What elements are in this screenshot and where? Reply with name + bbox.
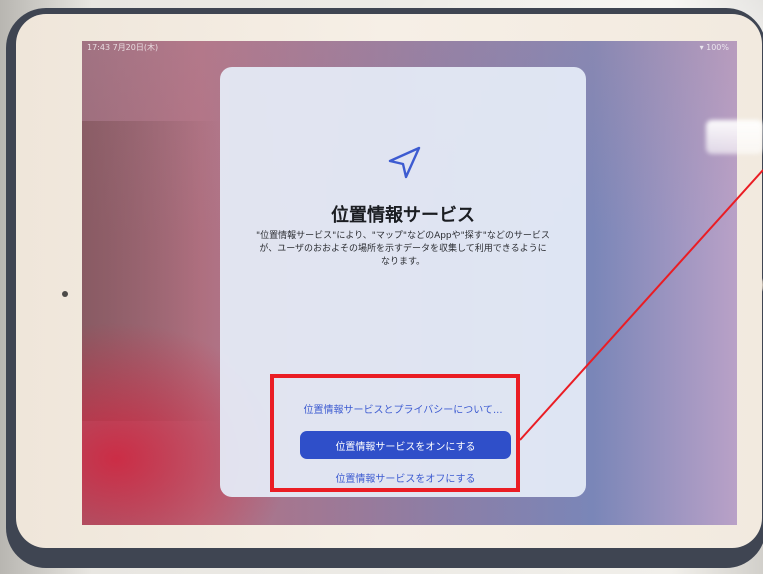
annotation-pointer-line [519,169,763,441]
